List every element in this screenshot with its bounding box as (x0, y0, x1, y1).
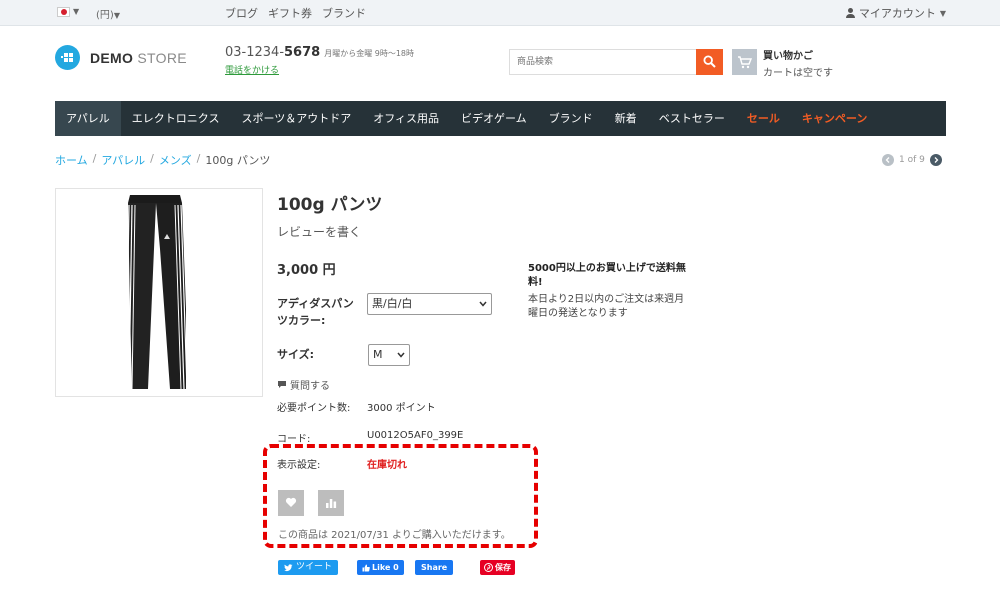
top-link-brand[interactable]: ブランド (322, 5, 366, 21)
cart-status: カートは空です (763, 68, 833, 79)
language-chevron-down-icon[interactable]: ▼ (73, 7, 79, 16)
top-bar: ▼ (円)▼ ブログ ギフト券 ブランド マイアカウント ▼ (0, 0, 1000, 26)
pinterest-save-label: 保存 (495, 563, 511, 572)
phone-number: 03-1234-5678 月曜から金曜 9時〜18時 (225, 45, 415, 60)
pants-image (125, 195, 188, 390)
code-value: U0012O5AF0_399E (367, 430, 464, 441)
highlight-annotation (263, 444, 538, 548)
cart-title[interactable]: 買い物かご (763, 47, 813, 62)
points-value: 3000 ポイント (367, 403, 436, 414)
breadcrumb-mens[interactable]: メンズ (159, 152, 192, 168)
search-box (509, 49, 723, 75)
top-links: ブログ ギフト券 ブランド (225, 5, 366, 21)
nav-item-bestsellers[interactable]: ベストセラー (648, 101, 736, 136)
top-link-gift[interactable]: ギフト券 (268, 5, 312, 21)
nav-item-sports-outdoor[interactable]: スポーツ＆アウトドア (230, 101, 362, 136)
next-product-button[interactable] (929, 154, 942, 166)
facebook-like-label: Like 0 (372, 563, 399, 572)
user-icon (845, 8, 855, 18)
search-input[interactable] (510, 50, 696, 74)
tweet-button[interactable]: ツイート (278, 560, 339, 575)
shipping-title: 5000円以上のお買い上げで送料無料! (528, 263, 686, 288)
facebook-like-button[interactable]: Like 0 (357, 560, 404, 575)
account-chevron-down-icon: ▼ (939, 8, 946, 18)
write-review-link[interactable]: レビューを書く (277, 223, 361, 240)
nav-item-campaign[interactable]: キャンペーン (791, 101, 878, 136)
store-logo[interactable]: DEMO STORE (55, 45, 187, 70)
currency-chevron-down-icon: ▼ (113, 11, 120, 20)
currency-label: (円) (96, 10, 114, 21)
cart-button[interactable] (732, 49, 757, 75)
product-price: 3,000 円 (277, 263, 336, 278)
points-label: 必要ポイント数: (277, 403, 351, 414)
twitter-icon (284, 563, 293, 571)
currency-selector[interactable]: (円)▼ (96, 6, 120, 21)
nav-item-apparel[interactable]: アパレル (55, 101, 121, 136)
nav-item-brands[interactable]: ブランド (538, 101, 604, 136)
nav-item-electronics[interactable]: エレクトロニクス (121, 101, 231, 136)
ask-question-link[interactable]: 質問する (277, 377, 330, 392)
color-select-value: 黒/白/白 (372, 297, 413, 310)
facebook-share-button[interactable]: Share (415, 560, 454, 575)
japan-flag-icon[interactable] (57, 7, 70, 17)
ask-question-label: 質問する (290, 381, 330, 392)
search-button[interactable] (696, 49, 723, 75)
nav-item-sale[interactable]: セール (736, 101, 791, 136)
size-select[interactable]: M (368, 344, 410, 366)
breadcrumb-separator: / (196, 152, 201, 165)
cart-icon (738, 56, 752, 69)
chevron-left-icon (885, 157, 890, 163)
size-select-value: M (373, 348, 383, 361)
pinterest-icon (484, 563, 493, 572)
product-title: 100g パンツ (277, 195, 383, 215)
shipping-text: 本日より2日以内のご注文は来週月曜日の発送となります (528, 294, 685, 319)
pinterest-save-button[interactable]: 保存 (480, 560, 515, 575)
breadcrumb-separator: / (92, 152, 97, 165)
nav-item-new[interactable]: 新着 (604, 101, 648, 136)
color-option-label: アディダスパンツカラー: (277, 297, 354, 327)
chevron-down-icon (397, 352, 405, 358)
business-hours: 月曜から金曜 9時〜18時 (324, 49, 415, 58)
logo-text: DEMO STORE (90, 49, 187, 66)
product-image[interactable] (55, 188, 263, 397)
breadcrumb-current: 100g パンツ (205, 154, 271, 167)
color-select[interactable]: 黒/白/白 (367, 293, 492, 315)
breadcrumb-apparel[interactable]: アパレル (101, 152, 145, 168)
breadcrumb: ホーム / アパレル / メンズ / 100g パンツ (55, 152, 270, 168)
main-nav: アパレル エレクトロニクス スポーツ＆アウトドア オフィス用品 ビデオゲーム ブ… (55, 101, 946, 136)
chevron-down-icon (479, 301, 487, 307)
call-link[interactable]: 電話をかける (225, 63, 279, 76)
prev-product-button[interactable] (882, 154, 894, 166)
nav-item-video-games[interactable]: ビデオゲーム (450, 101, 538, 136)
tweet-label: ツイート (296, 562, 333, 572)
product-pager: 1 of 9 (882, 154, 942, 166)
my-account-menu[interactable]: マイアカウント ▼ (845, 5, 946, 21)
my-account-label: マイアカウント (858, 7, 936, 20)
chevron-right-icon (934, 157, 939, 163)
size-option-label: サイズ: (277, 348, 315, 361)
search-icon (703, 55, 716, 68)
breadcrumb-separator: / (150, 152, 154, 165)
breadcrumb-home[interactable]: ホーム (55, 152, 88, 168)
thumbs-up-icon (362, 564, 370, 571)
logo-icon (55, 45, 80, 70)
comment-icon (278, 381, 286, 388)
pager-position: 1 of 9 (899, 155, 925, 165)
nav-item-office[interactable]: オフィス用品 (362, 101, 450, 136)
code-label: コード: (277, 434, 311, 445)
top-link-blog[interactable]: ブログ (225, 5, 258, 21)
